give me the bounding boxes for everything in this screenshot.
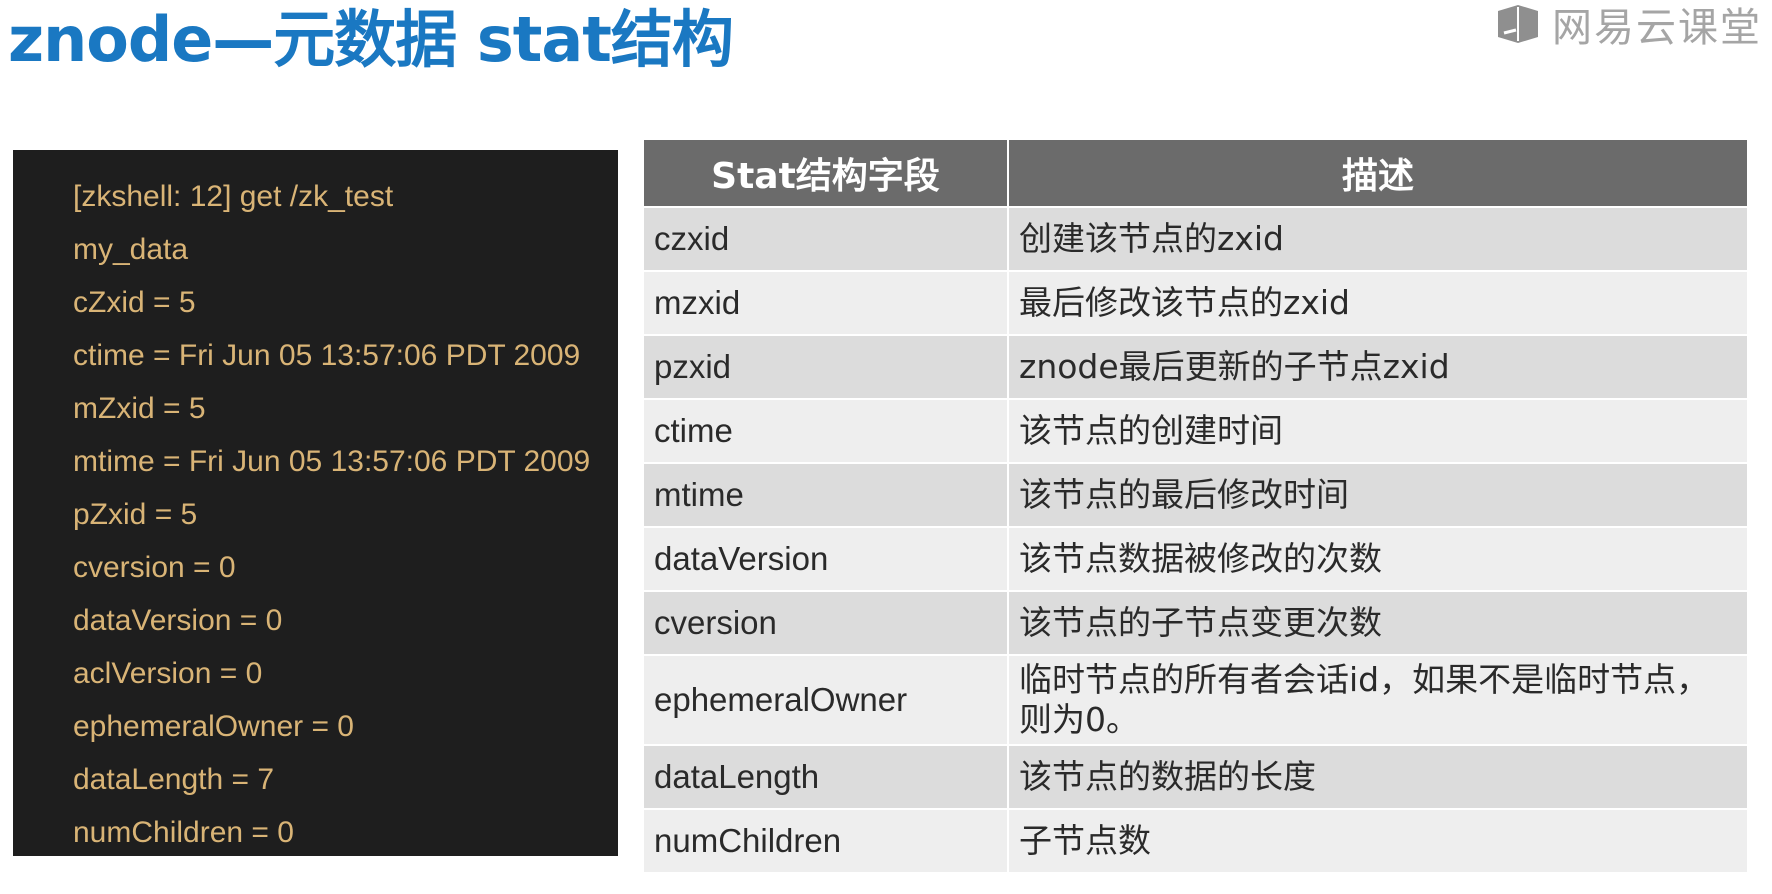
terminal-line: ctime = Fri Jun 05 13:57:06 PDT 2009 — [73, 339, 581, 372]
field-description: 临时节点的所有者会话id，如果不是临时节点，则为0。 — [1007, 654, 1749, 746]
table-row: ctime 该节点的创建时间 — [642, 398, 1749, 464]
field-name: cversion — [642, 590, 1009, 656]
table-row: dataLength 该节点的数据的长度 — [642, 744, 1749, 810]
terminal-line: mZxid = 5 — [73, 392, 206, 425]
table-row: numChildren 子节点数 — [642, 808, 1749, 874]
table-row: mzxid 最后修改该节点的zxid — [642, 270, 1749, 336]
slide-title: znode—元数据 stat结构 — [8, 3, 734, 76]
terminal-line: my_data — [73, 233, 189, 266]
terminal-line: ephemeralOwner = 0 — [73, 710, 354, 743]
zkshell-terminal: [zkshell: 12] get /zk_test my_data cZxid… — [13, 150, 618, 856]
table-header-row: Stat结构字段 描述 — [642, 138, 1749, 208]
terminal-line: cZxid = 5 — [73, 286, 196, 319]
field-name: mtime — [642, 462, 1009, 528]
field-description: 该节点的数据的长度 — [1007, 744, 1749, 810]
table-row: pzxid znode最后更新的子节点zxid — [642, 334, 1749, 400]
terminal-line: numChildren = 0 — [73, 816, 294, 849]
terminal-line: [zkshell: 12] get /zk_test — [73, 180, 394, 213]
terminal-line: pZxid = 5 — [73, 498, 198, 531]
field-name: numChildren — [642, 808, 1009, 874]
field-description: 最后修改该节点的zxid — [1007, 270, 1749, 336]
terminal-line: dataVersion = 0 — [73, 604, 283, 637]
terminal-line: dataLength = 7 — [73, 763, 275, 796]
terminal-line: aclVersion = 0 — [73, 657, 263, 690]
field-name: mzxid — [642, 270, 1009, 336]
field-name: czxid — [642, 206, 1009, 272]
table-row: ephemeralOwner 临时节点的所有者会话id，如果不是临时节点，则为0… — [642, 654, 1749, 746]
field-name: dataLength — [642, 744, 1009, 810]
table-row: dataVersion 该节点数据被修改的次数 — [642, 526, 1749, 592]
table-row: cversion 该节点的子节点变更次数 — [642, 590, 1749, 656]
field-name: pzxid — [642, 334, 1009, 400]
field-name: ephemeralOwner — [642, 654, 1009, 746]
field-name: dataVersion — [642, 526, 1009, 592]
field-description: 该节点的最后修改时间 — [1007, 462, 1749, 528]
table-row: mtime 该节点的最后修改时间 — [642, 462, 1749, 528]
field-description: 子节点数 — [1007, 808, 1749, 874]
column-header-description: 描述 — [1007, 138, 1749, 208]
table-row: czxid 创建该节点的zxid — [642, 206, 1749, 272]
field-description: 创建该节点的zxid — [1007, 206, 1749, 272]
book-icon — [1496, 3, 1540, 45]
brand-name: 网易云课堂 — [1552, 5, 1762, 51]
terminal-line: cversion = 0 — [73, 551, 236, 584]
field-name: ctime — [642, 398, 1009, 464]
field-description: znode最后更新的子节点zxid — [1007, 334, 1749, 400]
terminal-line: mtime = Fri Jun 05 13:57:06 PDT 2009 — [73, 445, 591, 478]
stat-fields-table: Stat结构字段 描述 czxid 创建该节点的zxid mzxid 最后修改该… — [642, 138, 1749, 874]
field-description: 该节点的子节点变更次数 — [1007, 590, 1749, 656]
field-description: 该节点数据被修改的次数 — [1007, 526, 1749, 592]
field-description: 该节点的创建时间 — [1007, 398, 1749, 464]
brand-logo: 网易云课堂 — [1496, 0, 1762, 51]
column-header-field: Stat结构字段 — [642, 138, 1009, 208]
